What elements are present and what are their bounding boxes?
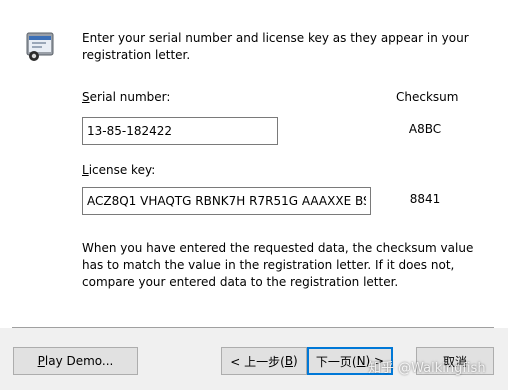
serial-number-label: Serial number: bbox=[82, 90, 171, 104]
license-checksum-value: 8841 bbox=[409, 192, 441, 206]
setup-computer-icon bbox=[26, 32, 54, 61]
checksum-header: Checksum bbox=[396, 90, 459, 104]
license-key-input[interactable] bbox=[82, 187, 371, 215]
serial-number-input[interactable] bbox=[82, 117, 278, 145]
intro-text: Enter your serial number and license key… bbox=[82, 31, 469, 62]
back-button[interactable]: < 上一步(B) bbox=[221, 347, 307, 375]
play-demo-button[interactable]: Play Demo... bbox=[13, 347, 138, 375]
serial-checksum-value: A8BC bbox=[408, 122, 442, 136]
checksum-note-text: When you have entered the requested data… bbox=[82, 241, 474, 289]
license-key-label: License key: bbox=[82, 163, 156, 177]
watermark-text: 知乎 @Walkingfish bbox=[368, 361, 486, 376]
